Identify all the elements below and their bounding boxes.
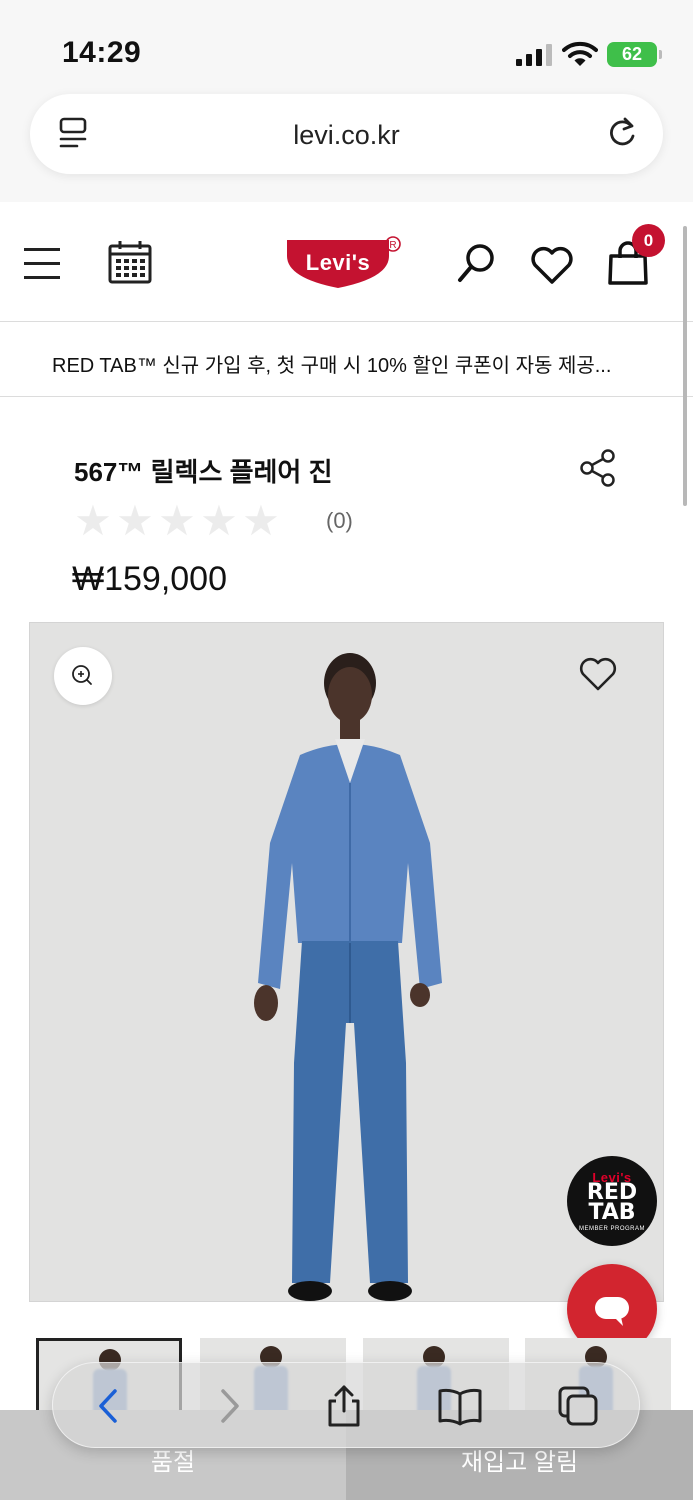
calendar-icon[interactable]: [108, 240, 152, 284]
promo-text: RED TAB™ 신규 가입 후, 첫 구매 시 10% 할인 쿠폰이 자동 제…: [52, 355, 612, 377]
browser-toolbar: [52, 1362, 640, 1448]
menu-icon[interactable]: [24, 246, 60, 280]
product-title: 567™ 릴렉스 플레어 진: [74, 457, 333, 487]
status-time: 14:29: [62, 36, 142, 69]
star-icon: ★: [242, 497, 280, 544]
wishlist-icon[interactable]: [530, 246, 574, 286]
share-icon[interactable]: [578, 448, 618, 488]
star-icon: ★: [116, 497, 154, 544]
url-text[interactable]: levi.co.kr: [30, 120, 663, 151]
levis-logo[interactable]: R Levi's: [285, 234, 411, 294]
bookmarks-icon[interactable]: [437, 1383, 483, 1429]
red-tab-badge[interactable]: Levi's RED TAB MEMBER PROGRAM: [567, 1156, 657, 1246]
address-bar[interactable]: levi.co.kr: [30, 94, 663, 174]
cellular-signal-icon: [516, 44, 554, 66]
wifi-icon: [562, 41, 598, 66]
star-icon: ★: [158, 497, 196, 544]
logo-text: Levi's: [306, 250, 371, 275]
model-wearing-jeans-photo: [254, 653, 442, 1301]
zoom-in-icon: [72, 665, 92, 685]
status-bar: 14:29 62: [0, 0, 693, 90]
review-count[interactable]: (0): [326, 508, 353, 534]
browser-address-area: levi.co.kr: [0, 90, 693, 202]
search-icon[interactable]: [456, 242, 498, 284]
add-to-wishlist-icon[interactable]: [578, 657, 618, 693]
svg-text:R: R: [389, 240, 396, 251]
star-icon: ★: [200, 497, 238, 544]
back-icon[interactable]: [87, 1383, 133, 1429]
cart-count-badge: 0: [632, 224, 665, 257]
forward-icon[interactable]: [205, 1383, 251, 1429]
scroll-indicator: [683, 226, 687, 506]
rating-stars: ★ ★ ★ ★ ★: [72, 500, 282, 542]
tabs-icon[interactable]: [555, 1383, 601, 1429]
zoom-button[interactable]: [54, 647, 112, 705]
share-sheet-icon[interactable]: [321, 1383, 367, 1429]
star-icon: ★: [74, 497, 112, 544]
battery-indicator: 62: [607, 42, 662, 67]
product-price: ₩159,000: [72, 560, 227, 598]
site-header: R Levi's 0: [0, 202, 693, 322]
red-tab-name: RED TAB: [586, 1180, 638, 1225]
reload-icon[interactable]: [605, 116, 639, 150]
red-tab-program: MEMBER PROGRAM: [578, 1226, 645, 1232]
promo-banner[interactable]: RED TAB™ 신규 가입 후, 첫 구매 시 10% 할인 쿠폰이 자동 제…: [0, 323, 693, 397]
